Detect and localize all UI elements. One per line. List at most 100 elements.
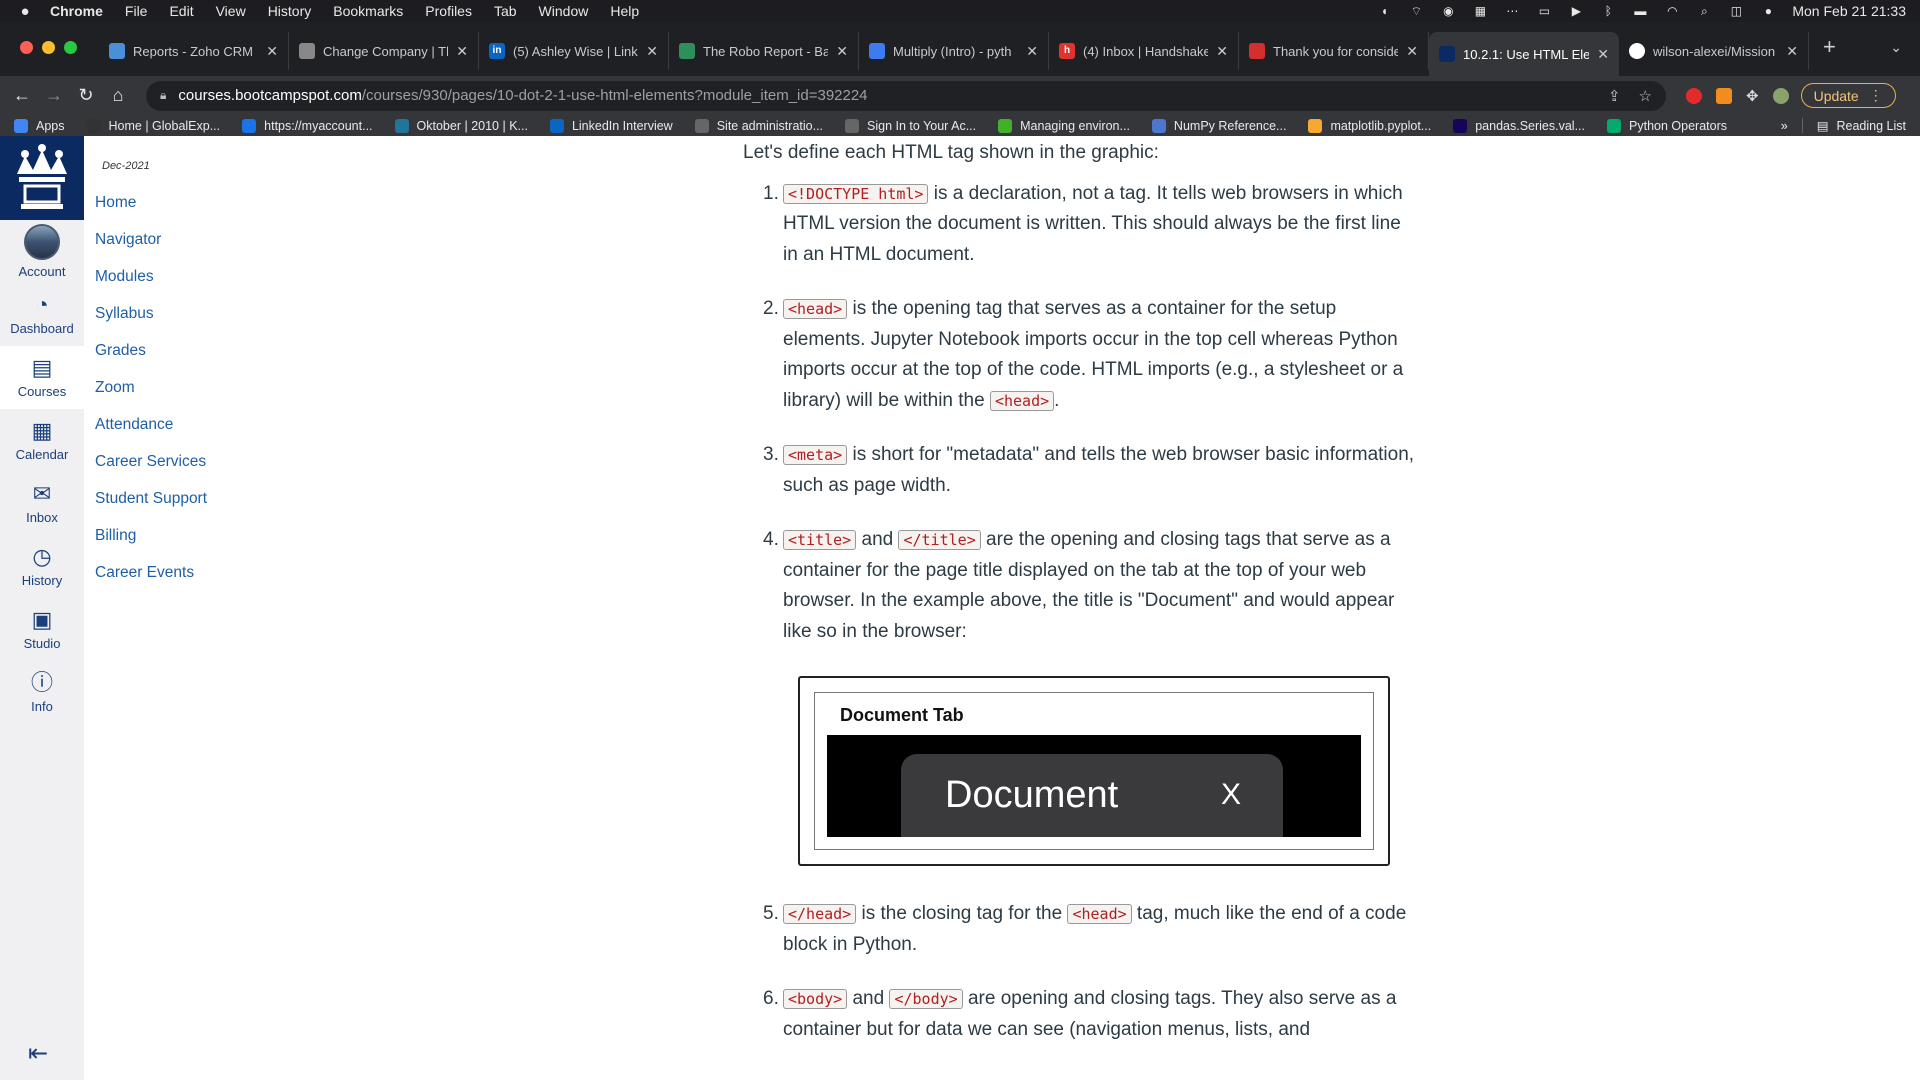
browser-tab[interactable]: Change Company | Th ✕ xyxy=(289,32,479,70)
minimize-window-button[interactable] xyxy=(42,40,55,54)
bookmark-item[interactable]: Sign In to Your Ac... xyxy=(845,118,976,133)
browser-tab[interactable]: in (5) Ashley Wise | Link ✕ xyxy=(479,32,669,70)
bookmark-item[interactable]: pandas.Series.val... xyxy=(1453,118,1585,133)
course-nav-modules[interactable]: Modules xyxy=(95,258,284,295)
course-nav-career-services[interactable]: Career Services xyxy=(95,443,284,480)
global-nav-courses[interactable]: ▤ Courses xyxy=(0,346,84,409)
extension-orange-icon[interactable] xyxy=(1716,87,1732,104)
activity-icon[interactable]: ⋯ xyxy=(1504,5,1520,17)
tab-close-icon[interactable]: ✕ xyxy=(1026,43,1038,60)
home-button[interactable]: ⌂ xyxy=(102,85,134,106)
bookmark-item[interactable]: Python Operators xyxy=(1607,118,1727,133)
browser-tab[interactable]: 10.2.1: Use HTML Ele ✕ xyxy=(1429,32,1619,76)
menu-window[interactable]: Window xyxy=(539,3,589,19)
browser-tab[interactable]: Thank you for conside ✕ xyxy=(1239,32,1429,70)
collapse-nav-icon[interactable]: ⇤ xyxy=(28,1039,48,1068)
back-button[interactable]: ← xyxy=(6,85,38,106)
status-icon[interactable]: ◖ xyxy=(1376,5,1392,17)
course-nav-syllabus[interactable]: Syllabus xyxy=(95,295,284,332)
browser-tab[interactable]: The Robo Report - Ba ✕ xyxy=(669,32,859,70)
global-nav-dashboard[interactable]: ◔ Dashboard xyxy=(0,283,84,346)
reading-list-button[interactable]: ▤ Reading List xyxy=(1801,118,1920,133)
tab-close-icon[interactable]: ✕ xyxy=(646,43,658,60)
bookmark-item[interactable]: Managing environ... xyxy=(998,118,1130,133)
lock-icon[interactable]: 🔒︎ xyxy=(160,88,166,103)
bookmark-item[interactable]: Site administratio... xyxy=(694,118,823,133)
menu-chrome[interactable]: Chrome xyxy=(50,3,103,19)
profile-avatar[interactable] xyxy=(1772,87,1789,104)
wifi-icon[interactable]: ◠ xyxy=(1664,5,1680,17)
global-nav-history[interactable]: ◷ History xyxy=(0,535,84,598)
browser-tab[interactable]: Reports - Zoho CRM ✕ xyxy=(99,32,289,70)
bluetooth-icon[interactable]: ᛒ xyxy=(1600,5,1616,17)
menu-history[interactable]: History xyxy=(268,3,312,19)
tab-close-icon[interactable]: ✕ xyxy=(836,43,848,60)
course-nav-grades[interactable]: Grades xyxy=(95,332,284,369)
menu-view[interactable]: View xyxy=(216,3,246,19)
browser-tab[interactable]: Multiply (Intro) - pyth ✕ xyxy=(859,32,1049,70)
global-nav-calendar[interactable]: ▦ Calendar xyxy=(0,409,84,472)
keyboard-icon[interactable]: ▭ xyxy=(1536,5,1552,17)
list-text: is the closing tag for the xyxy=(856,903,1068,924)
tab-search-button[interactable]: ⌄ xyxy=(1890,39,1920,56)
tab-close-icon[interactable]: ✕ xyxy=(266,43,278,60)
bookmarks-overflow-button[interactable]: » xyxy=(1781,119,1788,133)
menu-bookmarks[interactable]: Bookmarks xyxy=(333,3,403,19)
url-path: /courses/930/pages/10-dot-2-1-use-html-e… xyxy=(361,87,868,104)
address-bar[interactable]: 🔒︎ courses.bootcampspot.com/courses/930/… xyxy=(146,80,1666,111)
muted-icon[interactable]: ▦ xyxy=(1472,5,1488,17)
global-nav-info[interactable]: ⓘ Info xyxy=(0,661,84,724)
extensions-puzzle-icon[interactable]: ✥ xyxy=(1746,87,1759,105)
bookmark-item[interactable]: https://myaccount... xyxy=(242,118,373,133)
bookmark-item[interactable]: matplotlib.pyplot... xyxy=(1308,118,1431,133)
bookmark-item[interactable]: LinkedIn Interview xyxy=(549,118,673,133)
extensions-area: ✥ xyxy=(1686,87,1789,105)
tab-close-icon[interactable]: ✕ xyxy=(456,43,468,60)
menu-tab[interactable]: Tab xyxy=(494,3,517,19)
tab-close-icon[interactable]: ✕ xyxy=(1406,43,1418,60)
spotlight-search-icon[interactable]: ⌕ xyxy=(1696,5,1712,17)
reload-button[interactable]: ↻ xyxy=(70,85,102,106)
global-nav-inbox[interactable]: ✉ Inbox xyxy=(0,472,84,535)
play-icon[interactable]: ▶ xyxy=(1568,5,1584,17)
browser-tab[interactable]: wilson-alexei/Mission ✕ xyxy=(1619,32,1809,70)
siri-icon[interactable]: ● xyxy=(1760,5,1776,17)
broadcast-icon[interactable]: ⌔ xyxy=(1408,5,1424,17)
control-center-icon[interactable]: ◫ xyxy=(1728,5,1744,17)
course-nav-home[interactable]: Home xyxy=(95,184,284,221)
battery-icon[interactable]: ▬ xyxy=(1632,5,1648,17)
menu-file[interactable]: File xyxy=(125,3,148,19)
forward-button[interactable]: → xyxy=(38,85,70,106)
share-icon[interactable]: ⇪ xyxy=(1608,87,1621,105)
course-nav-attendance[interactable]: Attendance xyxy=(95,406,284,443)
global-nav-studio[interactable]: ▣ Studio xyxy=(0,598,84,661)
columbia-crown-logo[interactable] xyxy=(0,136,84,220)
global-nav-account[interactable]: Account xyxy=(0,220,84,283)
apple-icon[interactable]: ● xyxy=(0,3,50,20)
update-button[interactable]: Update ⋮ xyxy=(1800,83,1896,108)
bookmark-star-icon[interactable]: ☆ xyxy=(1639,87,1652,105)
course-nav-zoom[interactable]: Zoom xyxy=(95,369,284,406)
course-nav-student-support[interactable]: Student Support xyxy=(95,480,284,517)
course-nav-career-events[interactable]: Career Events xyxy=(95,554,284,591)
close-window-button[interactable] xyxy=(20,40,33,54)
menu-help[interactable]: Help xyxy=(610,3,639,19)
course-nav-navigator[interactable]: Navigator xyxy=(95,221,284,258)
tab-close-icon[interactable]: ✕ xyxy=(1786,43,1798,60)
extension-red-icon[interactable] xyxy=(1686,87,1702,104)
tab-close-icon[interactable]: ✕ xyxy=(1216,43,1228,60)
macos-menubar: ● Chrome File Edit View History Bookmark… xyxy=(0,0,1920,22)
menu-edit[interactable]: Edit xyxy=(169,3,193,19)
menubar-clock[interactable]: Mon Feb 21 21:33 xyxy=(1792,3,1906,19)
creative-cloud-icon[interactable]: ◉ xyxy=(1440,5,1456,17)
zoom-window-button[interactable] xyxy=(64,40,77,54)
browser-tab[interactable]: h (4) Inbox | Handshake ✕ xyxy=(1049,32,1239,70)
bookmark-item[interactable]: NumPy Reference... xyxy=(1151,118,1286,133)
bookmark-item[interactable]: Apps xyxy=(14,118,65,133)
tab-close-icon[interactable]: ✕ xyxy=(1597,46,1609,63)
bookmark-item[interactable]: Home | GlobalExp... xyxy=(86,118,220,133)
menu-profiles[interactable]: Profiles xyxy=(425,3,472,19)
new-tab-button[interactable]: + xyxy=(1809,34,1850,60)
bookmark-item[interactable]: Oktober | 2010 | K... xyxy=(394,118,528,133)
course-nav-billing[interactable]: Billing xyxy=(95,517,284,554)
